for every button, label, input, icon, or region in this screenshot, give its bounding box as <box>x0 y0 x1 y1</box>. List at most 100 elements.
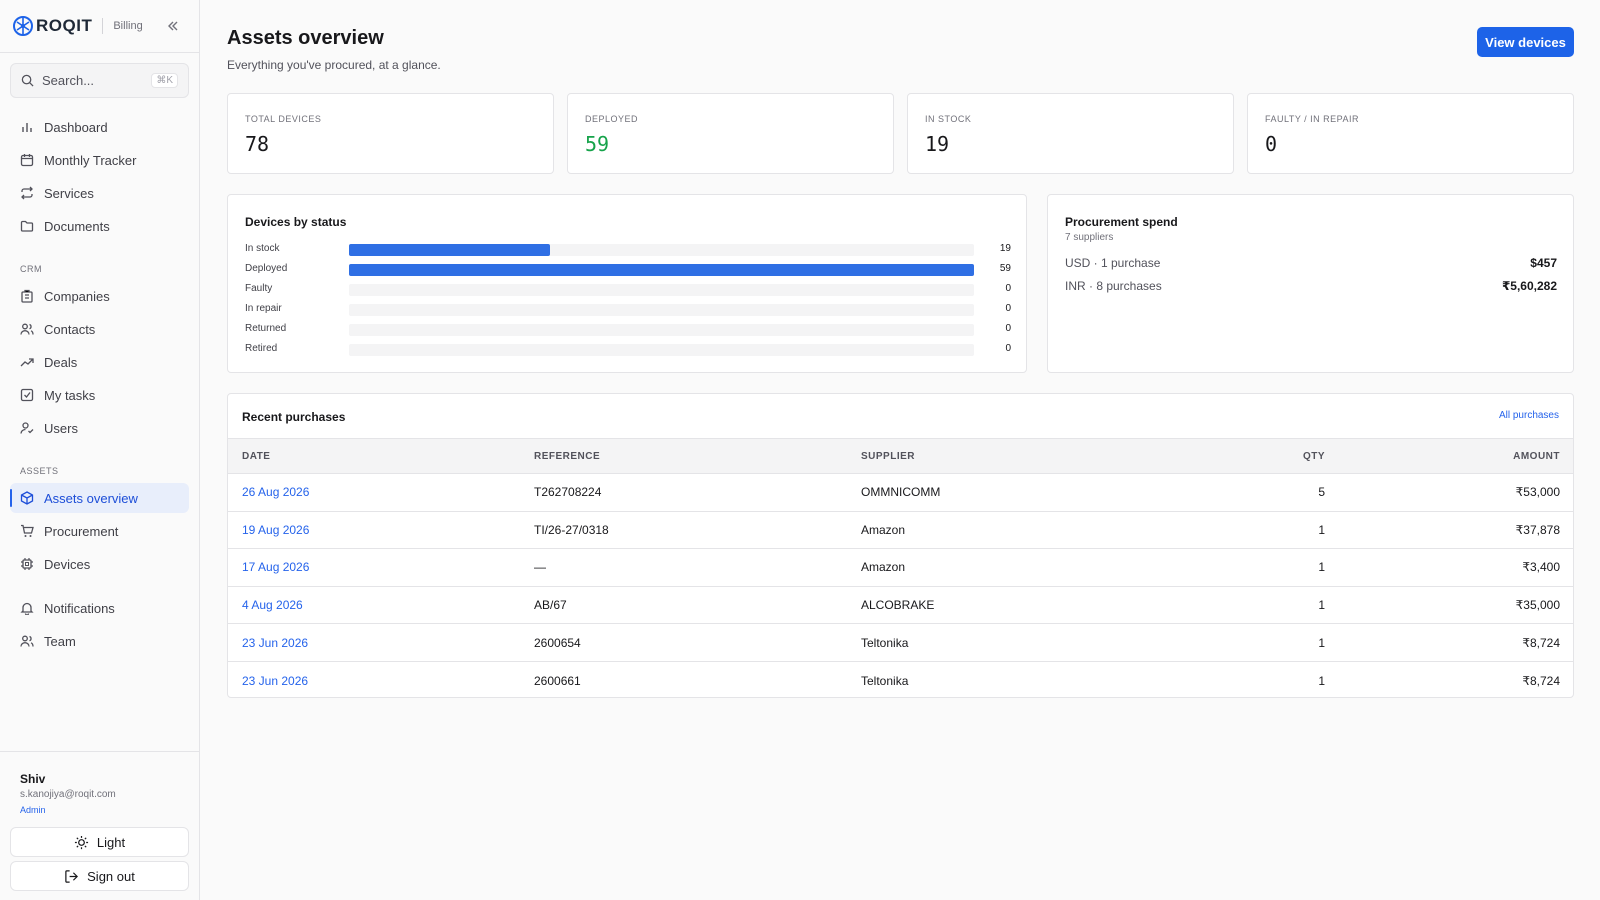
nav-deals[interactable]: Deals <box>10 347 189 377</box>
view-devices-button[interactable]: View devices <box>1477 27 1574 57</box>
spend-label: INR · 8 purchases <box>1065 279 1162 293</box>
status-bar-label: Faulty <box>245 283 273 294</box>
purchase-supplier: Teltonika <box>861 673 909 688</box>
sign-out-button[interactable]: Sign out <box>10 861 189 891</box>
status-bar-value: 0 <box>1005 283 1011 294</box>
status-bar-track <box>349 304 974 316</box>
cpu-icon <box>21 558 33 570</box>
purchase-date-link[interactable]: 23 Jun 2026 <box>242 636 308 650</box>
column-header-amount[interactable]: AMOUNT <box>1325 438 1573 474</box>
purchase-amount: ₹8,724 <box>1522 673 1560 688</box>
table-row[interactable]: 26 Aug 2026 T262708224 OMMNICOMM 5 ₹53,0… <box>228 473 1573 512</box>
nav-label: Users <box>44 420 78 436</box>
search-box[interactable]: ⌘K <box>10 63 189 98</box>
status-bar-track <box>349 264 974 276</box>
purchase-date-link[interactable]: 4 Aug 2026 <box>242 598 303 612</box>
team-icon <box>20 635 34 647</box>
status-bar-label: In stock <box>245 243 280 254</box>
purchase-qty: 5 <box>1192 473 1325 512</box>
theme-toggle-button[interactable]: Light <box>10 827 189 857</box>
stat-value: 0 <box>1265 132 1278 156</box>
table-row[interactable]: 19 Aug 2026 TI/26-27/0318 Amazon 1 ₹37,8… <box>228 511 1573 550</box>
search-shortcut: ⌘K <box>151 73 178 88</box>
status-bar-track <box>349 344 974 356</box>
table-row[interactable]: 4 Aug 2026 AB/67 ALCOBRAKE 1 ₹35,000 <box>228 586 1573 625</box>
purchase-amount: ₹37,878 <box>1325 511 1573 550</box>
nav-services[interactable]: Services <box>10 178 189 208</box>
nav-contacts[interactable]: Contacts <box>10 314 189 344</box>
calendar-icon <box>20 154 34 167</box>
nav-documents[interactable]: Documents <box>10 211 189 241</box>
nav-notifications[interactable]: Notifications <box>10 593 189 623</box>
table-row[interactable]: 17 Aug 2026 — Amazon 1 ₹3,400 <box>228 548 1573 587</box>
spend-amount: ₹5,60,282 <box>1501 279 1557 293</box>
status-bar-fill <box>349 264 974 276</box>
status-bar-value: 0 <box>1005 323 1011 334</box>
nav-users[interactable]: Users <box>10 413 189 443</box>
nav-section-crm: CRM <box>20 264 42 274</box>
purchase-qty: 1 <box>1192 623 1325 662</box>
stat-card-faulty: FAULTY / IN REPAIR 0 <box>1247 93 1574 174</box>
brand-divider <box>102 18 104 34</box>
box-icon <box>20 491 34 505</box>
nav-procurement[interactable]: Procurement <box>10 516 189 546</box>
stat-value: 59 <box>585 132 610 156</box>
sidebar: ROQIT Billing ⌘K Dashboard Monthly Track… <box>0 0 200 900</box>
status-bar-row: In stock 19 <box>245 243 1011 257</box>
nav-label: My tasks <box>44 387 96 403</box>
stat-card-in-stock: IN STOCK 19 <box>907 93 1234 174</box>
search-input[interactable] <box>42 73 142 88</box>
nav-team[interactable]: Team <box>10 626 189 656</box>
users-icon <box>20 323 34 335</box>
stat-card-deployed: DEPLOYED 59 <box>567 93 894 174</box>
purchase-qty: 1 <box>1192 586 1325 625</box>
nav-section-assets: ASSETS <box>20 466 59 476</box>
nav-label: Contacts <box>44 321 96 337</box>
bar-chart-icon <box>22 123 32 132</box>
nav-companies[interactable]: Companies <box>10 281 189 311</box>
nav-dashboard[interactable]: Dashboard <box>10 112 189 142</box>
purchase-supplier: Amazon <box>861 511 1192 550</box>
nav-devices[interactable]: Devices <box>10 549 189 579</box>
purchase-date-link[interactable]: 19 Aug 2026 <box>242 523 309 537</box>
roqit-logo[interactable]: ROQIT <box>12 15 92 37</box>
purchase-date-link[interactable]: 26 Aug 2026 <box>242 485 309 499</box>
nav-assets-overview[interactable]: Assets overview <box>10 483 189 513</box>
spend-row-inr: INR · 8 purchases ₹5,60,282 <box>1065 279 1557 293</box>
nav-label: Services <box>44 185 94 201</box>
purchase-date-link[interactable]: 23 Jun 2026 <box>242 674 308 688</box>
stat-label: TOTAL DEVICES <box>245 114 322 124</box>
purchase-supplier: ALCOBRAKE <box>861 586 1192 625</box>
column-header-qty[interactable]: QTY <box>1192 438 1325 474</box>
table-header-row: DATE REFERENCE SUPPLIER QTY AMOUNT <box>228 438 1573 474</box>
nav-monthly-tracker[interactable]: Monthly Tracker <box>10 145 189 175</box>
column-header-date[interactable]: DATE <box>228 438 534 474</box>
brand-section: Billing <box>113 20 143 32</box>
column-header-supplier[interactable]: SUPPLIER <box>861 438 1192 474</box>
purchase-amount: ₹3,400 <box>1325 548 1573 587</box>
table-row[interactable]: 23 Jun 2026 2600654 Teltonika 1 ₹8,724 <box>228 623 1573 662</box>
column-header-reference[interactable]: REFERENCE <box>534 438 861 474</box>
page-title: Assets overview <box>227 27 384 49</box>
table-row[interactable]: 23 Jun 2026 2600661 Teltonika 1 ₹8,724 <box>228 661 1573 697</box>
purchase-reference: — <box>534 548 861 587</box>
purchase-qty: 1 <box>1192 511 1325 550</box>
purchase-reference: T262708224 <box>534 473 861 512</box>
all-purchases-link[interactable]: All purchases <box>1499 410 1559 421</box>
recent-purchases-panel: Recent purchases All purchases DATE REFE… <box>227 393 1574 698</box>
collapse-sidebar-button[interactable] <box>163 16 183 36</box>
status-bar-row: Returned 0 <box>245 323 1011 337</box>
spend-row-usd: USD · 1 purchase $457 <box>1065 256 1557 270</box>
purchase-date-link[interactable]: 17 Aug 2026 <box>242 560 309 574</box>
user-check-icon <box>20 422 34 434</box>
nav-my-tasks[interactable]: My tasks <box>10 380 189 410</box>
status-bar-label: In repair <box>245 303 282 314</box>
stat-label: FAULTY / IN REPAIR <box>1265 114 1360 124</box>
brain-logo-icon <box>13 16 33 36</box>
status-bar-value: 19 <box>999 243 1011 254</box>
purchase-reference: 2600661 <box>534 673 581 688</box>
status-bar-value: 0 <box>1005 343 1011 354</box>
purchase-supplier: Teltonika <box>861 623 1192 662</box>
nav-label: Procurement <box>44 523 119 539</box>
nav-label: Assets overview <box>44 490 138 506</box>
